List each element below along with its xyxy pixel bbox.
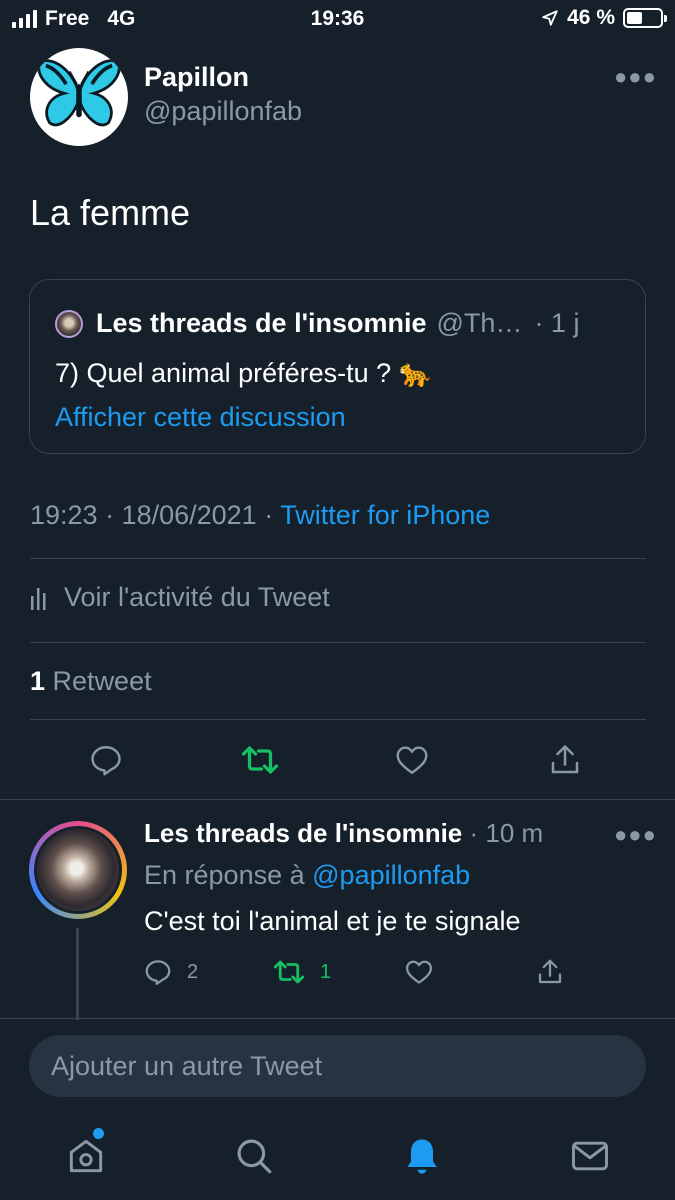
tab-search[interactable]: [230, 1132, 278, 1180]
like-button[interactable]: [392, 740, 432, 780]
reply-reply-count: 2: [187, 960, 199, 983]
quoted-author-name: Les threads de l'insomnie: [96, 308, 427, 338]
share-button[interactable]: [545, 740, 585, 780]
like-icon: [406, 960, 432, 984]
divider: [0, 1018, 675, 1019]
reply-icon: [91, 746, 121, 776]
reply-share-button[interactable]: [535, 955, 565, 989]
quoted-tweet-card[interactable]: Les threads de l'insomnie @Th… · 1 j 7) …: [29, 279, 646, 454]
tweet-text: La femme: [30, 192, 191, 233]
tweet-activity-button[interactable]: Voir l'activité du Tweet: [30, 582, 330, 613]
thread-line: [76, 928, 79, 1020]
tab-home[interactable]: [62, 1132, 110, 1180]
location-arrow-icon: [542, 10, 558, 26]
butterfly-icon: [37, 59, 121, 127]
battery-fill: [627, 12, 642, 24]
reply-header: Les threads de l'insomnie · 10 m: [144, 818, 543, 849]
status-bar: Free 4G 19:36 46 %: [0, 0, 675, 38]
retweet-icon: [241, 746, 279, 774]
divider: [30, 642, 646, 643]
reply-retweet-button[interactable]: 1: [272, 955, 331, 989]
divider: [30, 719, 646, 720]
author-name[interactable]: Papillon: [144, 62, 249, 93]
add-tweet-placeholder: Ajouter un autre Tweet: [51, 1050, 323, 1081]
battery-percent: 46 %: [567, 6, 615, 29]
share-icon: [551, 745, 579, 774]
tweet-client-link[interactable]: Twitter for iPhone: [280, 500, 490, 530]
reply-author-avatar[interactable]: [29, 821, 127, 919]
add-tweet-input[interactable]: Ajouter un autre Tweet: [29, 1035, 646, 1097]
tab-notifications[interactable]: [398, 1132, 446, 1180]
reply-button[interactable]: [86, 740, 126, 780]
retweet-label: Retweet: [52, 666, 152, 696]
tweet-meta: 19:23 · 18/06/2021 · Twitter for iPhone: [30, 500, 490, 531]
notifications-icon: [407, 1139, 437, 1174]
chart-icon: [31, 587, 46, 610]
more-icon[interactable]: ●●●: [614, 822, 657, 848]
tweet-timestamp: 19:23 · 18/06/2021 ·: [30, 500, 274, 530]
retweet-count: 1: [30, 666, 46, 696]
retweet-button[interactable]: [238, 740, 282, 780]
retweet-stats[interactable]: 1 Retweet: [30, 666, 152, 697]
show-thread-link[interactable]: Afficher cette discussion: [55, 402, 346, 433]
reply-time: · 10 m: [469, 818, 544, 848]
home-icon: [69, 1139, 103, 1173]
tab-messages[interactable]: [566, 1132, 614, 1180]
reply-to-prefix: En réponse à: [144, 860, 305, 890]
reply-icon: [145, 960, 171, 985]
divider: [0, 799, 675, 800]
quoted-tweet-header: Les threads de l'insomnie @Th… · 1 j: [55, 308, 579, 339]
reply-author-name[interactable]: Les threads de l'insomnie: [144, 818, 462, 848]
author-handle[interactable]: @papillonfab: [144, 96, 302, 127]
reply-reply-button[interactable]: 2: [143, 955, 198, 989]
tweet-activity-label: Voir l'activité du Tweet: [64, 582, 330, 612]
reply-retweet-count: 1: [320, 960, 332, 983]
home-new-content-dot: [93, 1128, 104, 1139]
author-avatar[interactable]: [30, 48, 128, 146]
quoted-text: 7) Quel animal préféres-tu ? 🐆: [55, 358, 433, 388]
reply-text: C'est toi l'animal et je te signale: [144, 906, 521, 936]
quoted-time: · 1 j: [534, 308, 580, 338]
divider: [30, 558, 646, 559]
quoted-author-avatar: [55, 309, 83, 338]
search-icon: [237, 1139, 272, 1174]
reply-to-line: En réponse à @papillonfab: [144, 860, 470, 891]
reply-like-button[interactable]: [404, 955, 434, 989]
retweet-icon: [273, 960, 305, 984]
reply-avatar-image: [34, 826, 122, 914]
more-icon[interactable]: ●●●: [614, 64, 657, 90]
reply-to-handle[interactable]: @papillonfab: [312, 860, 470, 890]
share-icon: [538, 959, 562, 984]
battery-icon: [623, 8, 667, 28]
messages-icon: [572, 1141, 608, 1171]
quoted-author-handle: @Th…: [436, 308, 523, 338]
status-right: 46 %: [541, 6, 667, 30]
like-icon: [396, 746, 428, 774]
